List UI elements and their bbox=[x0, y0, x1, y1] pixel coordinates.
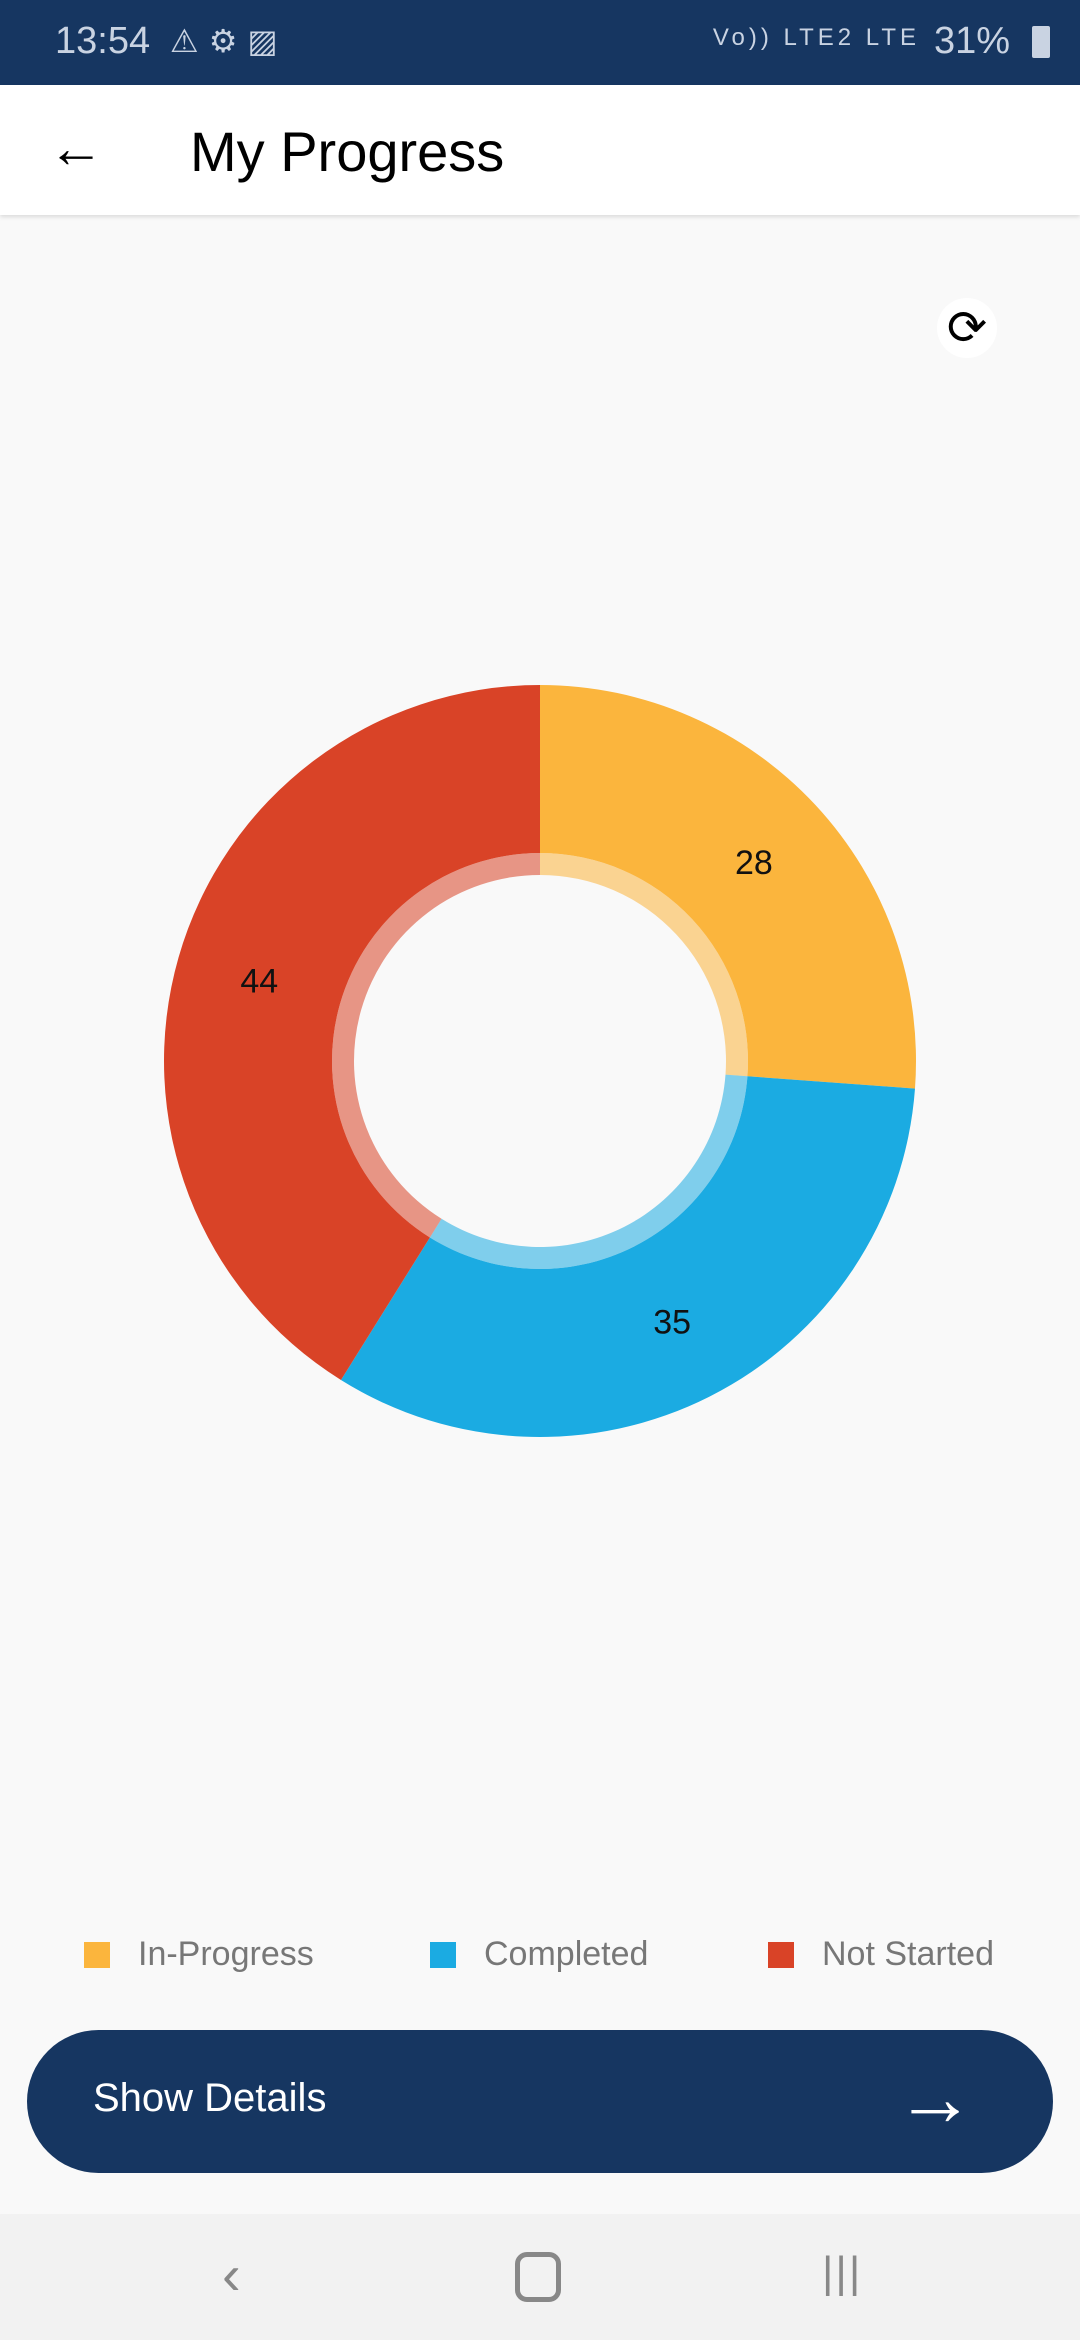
legend-swatch bbox=[84, 1941, 110, 1968]
show-details-button[interactable]: Show Details → bbox=[27, 2030, 1053, 2173]
chart-legend: In-Progress Completed Not Started bbox=[0, 1935, 1080, 1985]
legend-item-completed: Completed bbox=[430, 1935, 648, 1974]
system-nav-bar: ‹ ||| bbox=[0, 2214, 1080, 2340]
legend-item-not-started: Not Started bbox=[768, 1935, 994, 1974]
recents-icon[interactable]: ||| bbox=[822, 2248, 862, 2298]
data-label: 35 bbox=[653, 1303, 691, 1341]
donut-chart: 28 35 44 bbox=[164, 685, 917, 1437]
slice-completed bbox=[340, 1076, 915, 1437]
home-icon[interactable] bbox=[515, 2252, 561, 2302]
back-icon[interactable]: ‹ bbox=[222, 2242, 241, 2307]
show-details-label: Show Details bbox=[93, 2076, 327, 2120]
legend-label: In-Progress bbox=[138, 1935, 314, 1973]
legend-swatch bbox=[768, 1941, 794, 1968]
data-label: 28 bbox=[735, 844, 773, 882]
arrow-right-icon: → bbox=[895, 2053, 975, 2142]
legend-label: Not Started bbox=[822, 1935, 994, 1973]
data-label: 44 bbox=[240, 963, 278, 1001]
legend-label: Completed bbox=[484, 1935, 649, 1973]
legend-item-in-progress: In-Progress bbox=[84, 1935, 314, 1974]
legend-swatch bbox=[430, 1941, 456, 1968]
